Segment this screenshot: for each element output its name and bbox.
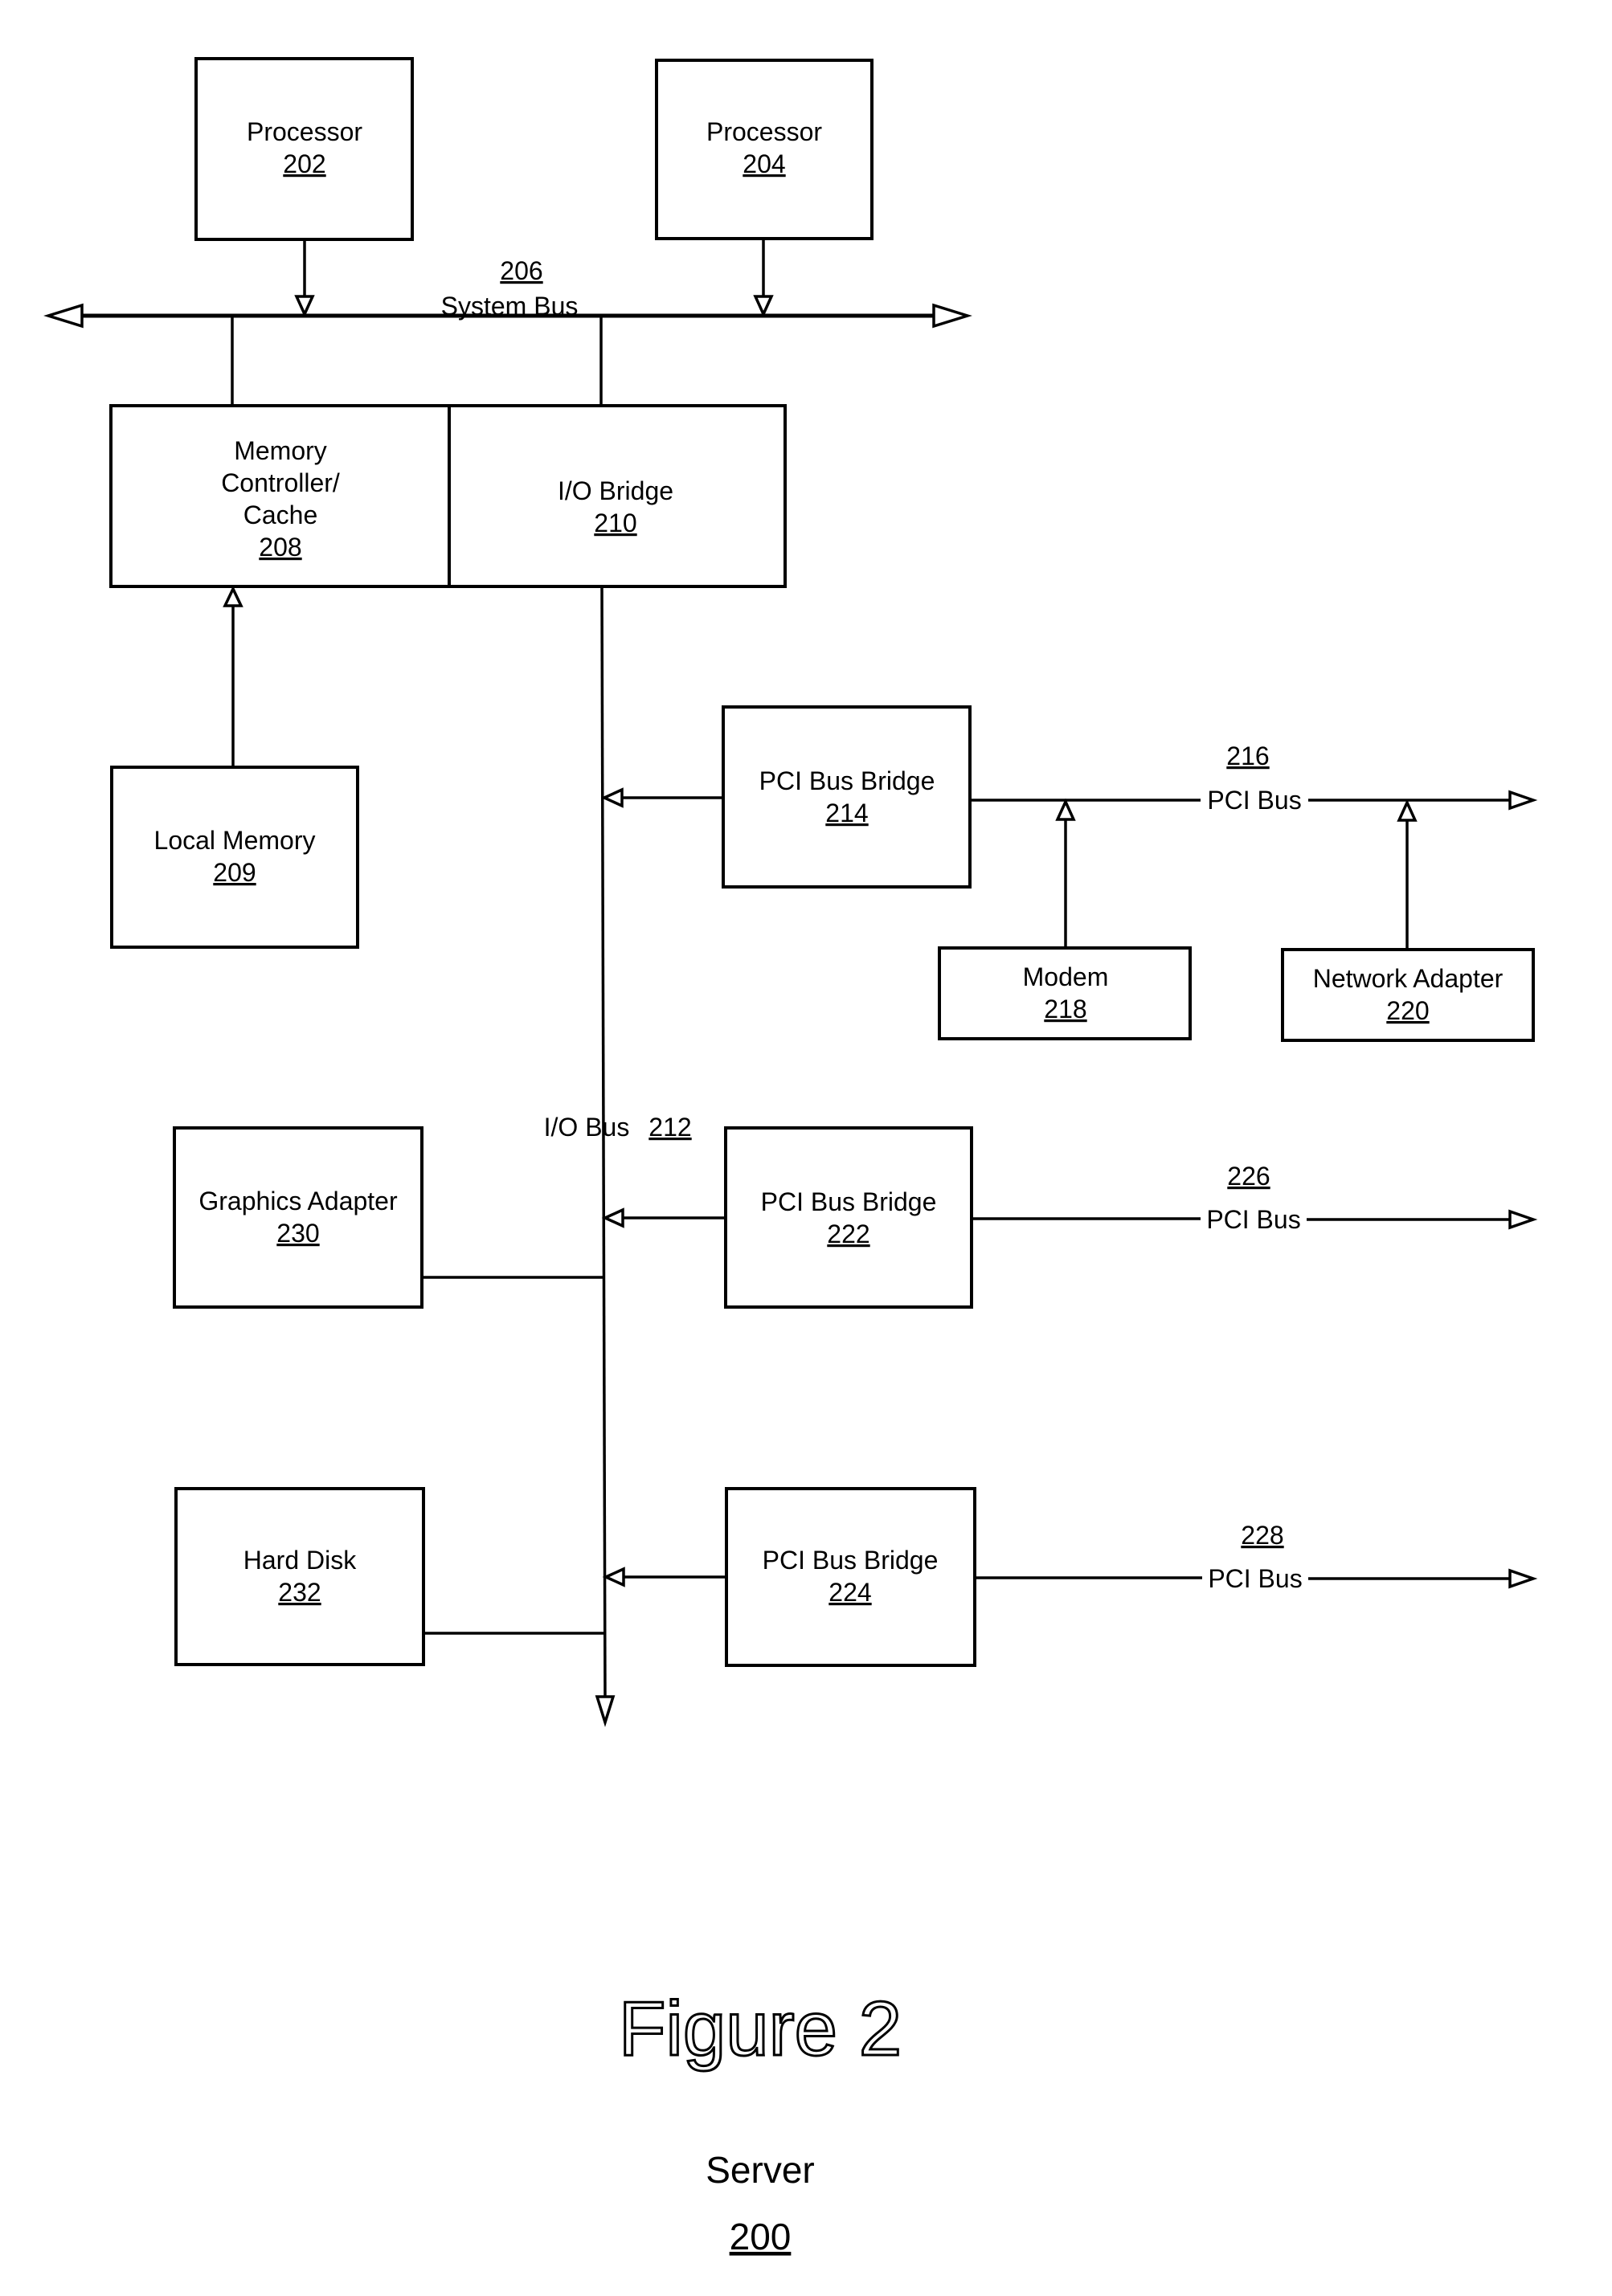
processor-202[interactable]: Processor 202	[194, 57, 414, 241]
memory-controller-208[interactable]: Memory Controller/ Cache 208	[109, 404, 451, 588]
pci-bus-228: 228 PCI Bus	[975, 1521, 1538, 1593]
memory-controller-208-label-line-3: Cache	[243, 500, 318, 529]
io-bus-line	[600, 586, 607, 1704]
modem-218[interactable]: Modem 218	[938, 946, 1192, 1040]
pci-bus-bridge-214-number: 214	[825, 799, 868, 827]
modem-218-label: Modem	[1023, 962, 1109, 991]
network-adapter-220-arrow-icon	[1397, 799, 1418, 822]
figure-caption-number: 200	[730, 2216, 792, 2257]
processor-204-label: Processor	[706, 117, 822, 146]
graphics-adapter-230-number: 230	[276, 1219, 319, 1248]
io-bus-down-arrow-icon	[595, 1695, 616, 1727]
pci-bus-bridge-224-number: 224	[829, 1578, 871, 1607]
graphics-adapter-230[interactable]: Graphics Adapter 230	[173, 1126, 423, 1309]
processor-202-number: 202	[283, 149, 325, 178]
pci-bus-bridge-214[interactable]: PCI Bus Bridge 214	[722, 705, 972, 889]
pci-bus-216: 216 PCI Bus	[970, 742, 1538, 815]
graphics-adapter-230-label: Graphics Adapter	[198, 1187, 398, 1215]
system-bus-left-arrow-icon	[43, 303, 84, 329]
pci-bus-228-label: PCI Bus	[1208, 1564, 1302, 1593]
pci-bus-bridge-224-label: PCI Bus Bridge	[763, 1546, 939, 1575]
pci-bus-bridge-214-label: PCI Bus Bridge	[759, 766, 935, 795]
io-bus: I/O Bus 212	[544, 586, 692, 1727]
pci-bus-226-arrow-icon	[1508, 1209, 1538, 1230]
system-bus-number: 206	[500, 256, 542, 285]
pci-bus-bridge-222-number: 222	[827, 1219, 869, 1248]
pci-bus-226-label: PCI Bus	[1206, 1205, 1300, 1234]
io-bridge-210[interactable]: I/O Bridge 210	[448, 404, 787, 588]
network-adapter-220-number: 220	[1386, 996, 1429, 1025]
hard-disk-232-label: Hard Disk	[243, 1546, 357, 1575]
pci-bus-bridge-222[interactable]: PCI Bus Bridge 222	[724, 1126, 973, 1309]
hard-disk-232-number: 232	[278, 1578, 321, 1607]
modem-218-box[interactable]	[938, 946, 1192, 1040]
figure-caption: Server	[706, 2149, 814, 2191]
pci-bus-bridge-224[interactable]: PCI Bus Bridge 224	[725, 1487, 976, 1667]
system-bus-right-arrow-icon	[932, 303, 972, 329]
pci-bus-bridge-222-arrow-icon	[601, 1207, 624, 1228]
system-bus-label: System Bus	[441, 292, 579, 321]
system-bus: 206 System Bus	[43, 256, 972, 329]
processor-202-label: Processor	[247, 117, 362, 146]
pci-bus-216-arrow-icon	[1508, 790, 1538, 811]
io-bus-number: 212	[648, 1113, 691, 1142]
io-bus-label: I/O Bus	[544, 1113, 630, 1142]
pci-bus-bridge-224-box[interactable]	[725, 1487, 976, 1667]
pci-bus-216-number: 216	[1226, 742, 1269, 770]
local-memory-209-number: 209	[213, 858, 256, 887]
processor-204-number: 204	[743, 149, 785, 178]
pci-bus-226-number: 226	[1227, 1162, 1270, 1191]
processor-204-arrow-icon	[753, 295, 774, 318]
network-adapter-220[interactable]: Network Adapter 220	[1281, 948, 1535, 1042]
pci-bus-228-number: 228	[1241, 1521, 1283, 1550]
pci-bus-216-label: PCI Bus	[1207, 786, 1301, 815]
processor-204[interactable]: Processor 204	[655, 59, 874, 240]
memory-controller-208-label-line-1: Memory	[234, 436, 327, 465]
pci-bus-bridge-214-arrow-icon	[600, 787, 624, 808]
memory-controller-208-number: 208	[259, 533, 301, 562]
pci-bus-226: 226 PCI Bus	[972, 1162, 1538, 1234]
modem-218-number: 218	[1044, 995, 1086, 1023]
local-memory-209-label: Local Memory	[154, 826, 316, 855]
io-bridge-210-number: 210	[594, 509, 636, 537]
hard-disk-232[interactable]: Hard Disk 232	[174, 1487, 425, 1666]
memory-controller-208-label-line-2: Controller/	[221, 468, 340, 497]
pci-bus-bridge-222-label: PCI Bus Bridge	[761, 1187, 937, 1216]
figure-title: Figure 2	[619, 1986, 902, 2072]
local-memory-209[interactable]: Local Memory 209	[110, 766, 359, 949]
server-block-diagram: 206 System Bus Processor 202 Processor 2…	[43, 57, 1538, 2257]
local-memory-209-box[interactable]	[110, 766, 359, 949]
pci-bus-228-arrow-icon	[1508, 1568, 1538, 1589]
processor-202-arrow-icon	[294, 295, 315, 318]
pci-bus-bridge-214-box[interactable]	[722, 705, 972, 889]
network-adapter-220-label: Network Adapter	[1313, 964, 1504, 993]
local-memory-arrow-icon	[223, 585, 243, 607]
network-adapter-220-box[interactable]	[1281, 948, 1535, 1042]
modem-218-arrow-icon	[1055, 798, 1076, 821]
pci-bus-bridge-224-arrow-icon	[602, 1567, 625, 1587]
io-bridge-210-label: I/O Bridge	[558, 476, 673, 505]
pci-bus-bridge-222-box[interactable]	[724, 1126, 973, 1309]
hard-disk-232-box[interactable]	[174, 1487, 425, 1666]
graphics-adapter-230-box[interactable]	[173, 1126, 423, 1309]
